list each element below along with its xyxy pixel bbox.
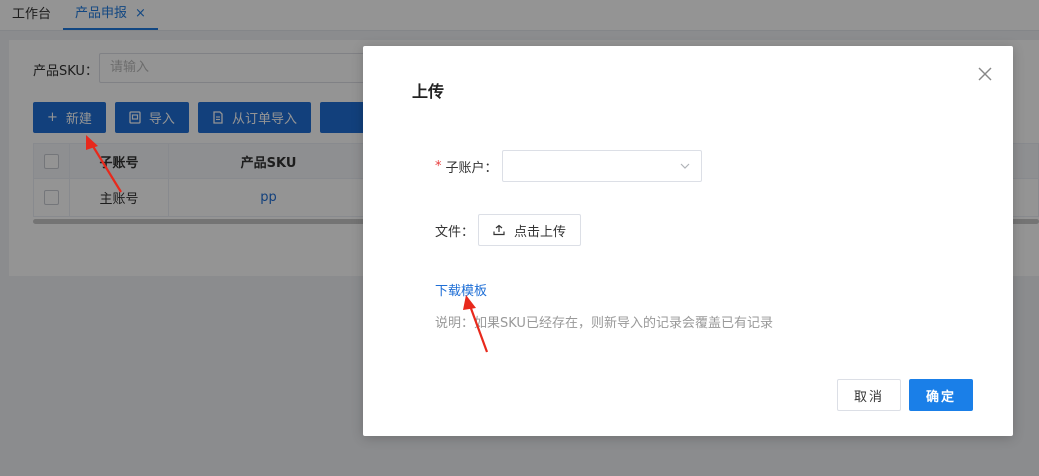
annotation-arrows (86, 135, 489, 353)
annotation-arrow-new (86, 135, 122, 193)
annotation-arrow-download (463, 295, 489, 353)
